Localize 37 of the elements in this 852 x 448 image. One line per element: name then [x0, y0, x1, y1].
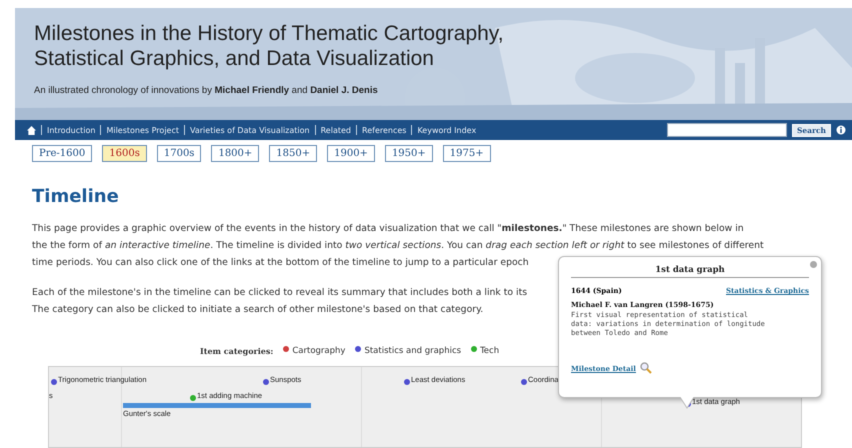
paragraph-line: the the form of an interactive timeline. The timeline is divided into two vertical sections. You can drag each section left or right to see milestones of different: [32, 239, 764, 253]
event-dot-icon[interactable]: [190, 395, 196, 401]
category-link[interactable]: Tech: [480, 346, 500, 356]
info-icon[interactable]: [836, 125, 846, 135]
epoch-tab[interactable]: 1850+: [269, 145, 318, 162]
epoch-tab[interactable]: 1975+: [442, 145, 491, 162]
site-subtitle: An illustrated chronology of innovations by Michael Friendly and Daniel J. Denis: [34, 85, 379, 96]
nav-link[interactable]: Varieties of Data Visualization: [190, 126, 310, 134]
epoch-tab[interactable]: 1600s: [102, 145, 147, 162]
event-dot-icon[interactable]: [404, 379, 410, 385]
category-link[interactable]: Cartography: [292, 346, 346, 356]
event-dot-icon[interactable]: [51, 379, 57, 385]
epoch-tab[interactable]: 1900+: [327, 145, 375, 162]
epoch-tab[interactable]: 1800+: [211, 145, 260, 162]
nav-link[interactable]: Introduction: [47, 126, 96, 134]
site-title: Statistical Graphics, and Data Visualization: [34, 46, 435, 71]
popup-title: 1st data graph: [571, 265, 809, 278]
nav-link[interactable]: Keyword Index: [417, 126, 476, 134]
epoch-tab[interactable]: 1700s: [156, 145, 202, 162]
epoch-tab[interactable]: 1950+: [384, 145, 433, 162]
category-link[interactable]: Statistics and graphics: [364, 346, 462, 356]
page-heading: Timeline: [32, 186, 120, 207]
epoch-tab[interactable]: Pre-1600: [32, 145, 92, 162]
paragraph-line: Each of the milestone's in the timeline can be clicked to reveal its summary that includes both a link to its: [32, 286, 528, 300]
event-dot-icon[interactable]: [263, 379, 269, 385]
paragraph-line: time periods. You can also click one of the links at the bottom of the timeline to jump to a particular epoch: [32, 256, 529, 270]
paragraph-line: The category can also be clicked to initiate a search of other milestone's based on that category.: [32, 303, 484, 317]
nav-link[interactable]: References: [362, 126, 406, 134]
paragraph-line: This page provides a graphic overview of the events in the history of data visualization that we call "milestones." These milestones are shown below in: [32, 222, 744, 236]
home-icon[interactable]: [27, 126, 36, 134]
nav-link[interactable]: Related: [320, 126, 351, 134]
nav-link[interactable]: Milestones Project: [106, 126, 179, 134]
magnifier-icon: [640, 362, 652, 374]
legend-label: Item categories:: [200, 346, 274, 356]
site-title: Milestones in the History of Thematic Cartography,: [34, 21, 505, 46]
search-field[interactable]: [666, 123, 787, 137]
event-dot-icon[interactable]: [521, 379, 527, 385]
